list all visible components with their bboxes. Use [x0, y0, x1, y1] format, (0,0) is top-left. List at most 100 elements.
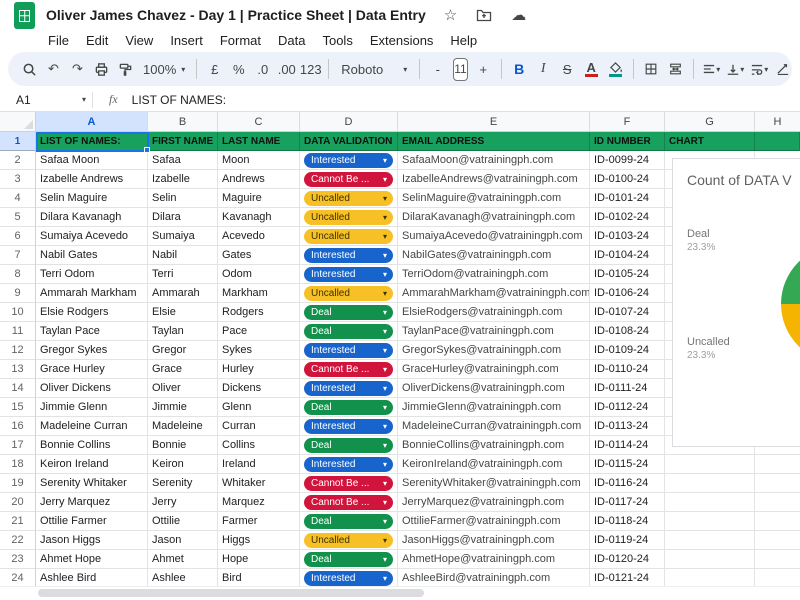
cell-name[interactable]: Madeleine Curran: [36, 417, 148, 436]
cell-email[interactable]: JerryMarquez@vatrainingph.com: [398, 493, 590, 512]
cell-email[interactable]: IzabelleAndrews@vatrainingph.com: [398, 170, 590, 189]
cell-name[interactable]: Sumaiya Acevedo: [36, 227, 148, 246]
cell-name[interactable]: Izabelle Andrews: [36, 170, 148, 189]
cell-validation[interactable]: Uncalled ▾: [300, 189, 398, 208]
cell-id[interactable]: ID-0119-24: [590, 531, 665, 550]
validation-chip[interactable]: Interested ▾: [304, 418, 393, 434]
cell-first-name[interactable]: Jimmie: [148, 398, 218, 417]
cell-name[interactable]: Ammarah Markham: [36, 284, 148, 303]
cell-first-name[interactable]: Jerry: [148, 493, 218, 512]
sheets-logo-icon[interactable]: [14, 1, 35, 29]
chevron-down-icon[interactable]: ▾: [82, 95, 86, 104]
star-icon[interactable]: ☆: [444, 6, 457, 24]
cell-last-name[interactable]: Acevedo: [218, 227, 300, 246]
cell-id[interactable]: ID-0115-24: [590, 455, 665, 474]
cell-email[interactable]: DilaraKavanagh@vatrainingph.com: [398, 208, 590, 227]
cell-last-name[interactable]: Farmer: [218, 512, 300, 531]
cell-id[interactable]: ID-0103-24: [590, 227, 665, 246]
horizontal-align-button[interactable]: ▾: [700, 57, 723, 81]
cell-g1-chart[interactable]: CHART: [665, 132, 755, 151]
validation-chip[interactable]: Interested ▾: [304, 380, 393, 396]
paint-format-icon[interactable]: [114, 57, 137, 81]
cell-id[interactable]: ID-0116-24: [590, 474, 665, 493]
row-header[interactable]: 20: [0, 493, 36, 512]
validation-chip[interactable]: Deal ▾: [304, 304, 393, 320]
validation-chip[interactable]: Deal ▾: [304, 513, 393, 529]
cell-email[interactable]: OttilieFarmer@vatrainingph.com: [398, 512, 590, 531]
cell-h[interactable]: [755, 455, 800, 474]
cell-last-name[interactable]: Markham: [218, 284, 300, 303]
cell-validation[interactable]: Cannot Be ... ▾: [300, 360, 398, 379]
cell-last-name[interactable]: Curran: [218, 417, 300, 436]
increase-font-size-button[interactable]: +: [472, 57, 495, 81]
column-header-a[interactable]: A: [36, 112, 148, 132]
cell-validation[interactable]: Uncalled ▾: [300, 531, 398, 550]
cell-last-name[interactable]: Higgs: [218, 531, 300, 550]
column-header-f[interactable]: F: [590, 112, 665, 132]
validation-chip[interactable]: Interested ▾: [304, 152, 393, 168]
cell-email[interactable]: AhmetHope@vatrainingph.com: [398, 550, 590, 569]
cell-email[interactable]: NabilGates@vatrainingph.com: [398, 246, 590, 265]
redo-icon[interactable]: ↷: [66, 57, 89, 81]
row-header[interactable]: 3: [0, 170, 36, 189]
cell-id[interactable]: ID-0101-24: [590, 189, 665, 208]
cell-b1-first-name[interactable]: FIRST NAME: [148, 132, 218, 151]
column-header-b[interactable]: B: [148, 112, 218, 132]
menu-format[interactable]: Format: [212, 32, 269, 49]
cell-name[interactable]: Bonnie Collins: [36, 436, 148, 455]
row-header[interactable]: 6: [0, 227, 36, 246]
cell-e1-email-address[interactable]: EMAIL ADDRESS: [398, 132, 590, 151]
cell-id[interactable]: ID-0099-24: [590, 151, 665, 170]
cell-last-name[interactable]: Hurley: [218, 360, 300, 379]
undo-icon[interactable]: ↶: [42, 57, 65, 81]
cell-first-name[interactable]: Ottilie: [148, 512, 218, 531]
cell-name[interactable]: Jerry Marquez: [36, 493, 148, 512]
cell-first-name[interactable]: Dilara: [148, 208, 218, 227]
cell-email[interactable]: AmmarahMarkham@vatrainingph.com: [398, 284, 590, 303]
row-header[interactable]: 22: [0, 531, 36, 550]
cell-last-name[interactable]: Ireland: [218, 455, 300, 474]
search-icon[interactable]: [18, 57, 41, 81]
cell-validation[interactable]: Interested ▾: [300, 455, 398, 474]
column-header-e[interactable]: E: [398, 112, 590, 132]
cell-email[interactable]: TaylanPace@vatrainingph.com: [398, 322, 590, 341]
cell-name[interactable]: Elsie Rodgers: [36, 303, 148, 322]
cell-first-name[interactable]: Izabelle: [148, 170, 218, 189]
cell-id[interactable]: ID-0100-24: [590, 170, 665, 189]
cell-name[interactable]: Serenity Whitaker: [36, 474, 148, 493]
cell-last-name[interactable]: Marquez: [218, 493, 300, 512]
print-icon[interactable]: [90, 57, 113, 81]
cell-email[interactable]: SelinMaguire@vatrainingph.com: [398, 189, 590, 208]
row-header-1[interactable]: 1: [0, 132, 36, 151]
row-header[interactable]: 5: [0, 208, 36, 227]
bold-button[interactable]: B: [508, 57, 531, 81]
decrease-decimal-button[interactable]: .0: [251, 57, 274, 81]
menu-tools[interactable]: Tools: [314, 32, 360, 49]
cell-id[interactable]: ID-0120-24: [590, 550, 665, 569]
cell-email[interactable]: TerriOdom@vatrainingph.com: [398, 265, 590, 284]
cell-first-name[interactable]: Serenity: [148, 474, 218, 493]
cell-first-name[interactable]: Sumaiya: [148, 227, 218, 246]
cell-validation[interactable]: Interested ▾: [300, 265, 398, 284]
cell-validation[interactable]: Interested ▾: [300, 246, 398, 265]
cell-id[interactable]: ID-0110-24: [590, 360, 665, 379]
cell-last-name[interactable]: Andrews: [218, 170, 300, 189]
cloud-saved-icon[interactable]: ☁: [511, 6, 526, 24]
fill-color-button[interactable]: [604, 57, 627, 81]
merge-cells-button[interactable]: [664, 57, 687, 81]
cell-last-name[interactable]: Maguire: [218, 189, 300, 208]
validation-chip[interactable]: Uncalled ▾: [304, 228, 393, 244]
cell-name[interactable]: Oliver Dickens: [36, 379, 148, 398]
cell-name[interactable]: Jason Higgs: [36, 531, 148, 550]
cell-name[interactable]: Taylan Pace: [36, 322, 148, 341]
validation-chip[interactable]: Uncalled ▾: [304, 532, 393, 548]
italic-button[interactable]: I: [532, 57, 555, 81]
menu-edit[interactable]: Edit: [78, 32, 116, 49]
font-family-select[interactable]: Roboto ▾: [335, 57, 413, 81]
cell-last-name[interactable]: Pace: [218, 322, 300, 341]
number-format-button[interactable]: 123: [299, 57, 322, 81]
cell-last-name[interactable]: Rodgers: [218, 303, 300, 322]
cell-name[interactable]: Keiron Ireland: [36, 455, 148, 474]
menu-help[interactable]: Help: [442, 32, 485, 49]
cell-first-name[interactable]: Ammarah: [148, 284, 218, 303]
